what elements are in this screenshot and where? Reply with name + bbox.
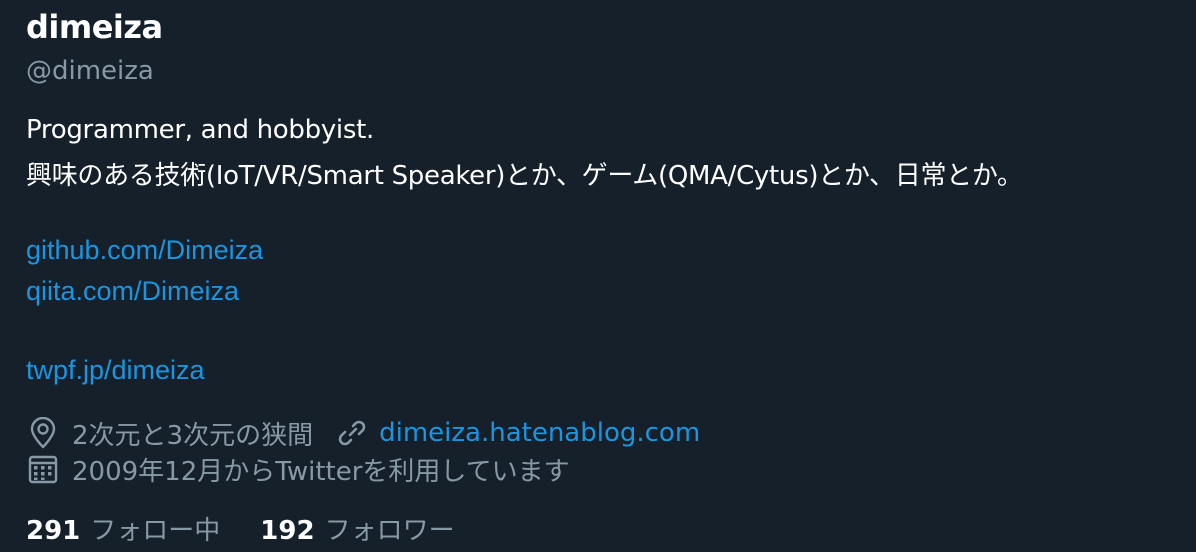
bio-line: Programmer, and hobbyist.	[26, 115, 374, 145]
link-icon	[335, 416, 369, 450]
bio-line: 興味のある技術(IoT/VR/Smart Speaker)とか、ゲーム(QMA/…	[26, 161, 1023, 191]
user-handle: @dimeiza	[26, 56, 154, 86]
profile-meta-row: 2009年12月からTwitterを利用しています	[26, 452, 570, 487]
follow-stats: 291 フォロー中 192 フォロワー	[26, 510, 455, 547]
calendar-icon	[26, 452, 60, 486]
location-text: 2次元と3次元の狭間	[72, 420, 314, 451]
joined-date-text: 2009年12月からTwitterを利用しています	[72, 456, 570, 487]
website-link[interactable]: dimeiza.hatenablog.com	[379, 418, 700, 448]
location-pin-icon	[26, 416, 60, 450]
following-stat[interactable]: 291 フォロー中	[26, 510, 220, 547]
followers-stat[interactable]: 192 フォロワー	[260, 510, 454, 547]
followers-label: フォロワー	[324, 516, 455, 546]
bio-link-twpf[interactable]: twpf.jp/dimeiza	[26, 355, 205, 386]
display-name: dimeiza	[26, 8, 163, 46]
bio-link-github[interactable]: github.com/Dimeiza	[26, 235, 263, 266]
following-count: 291	[26, 516, 81, 546]
followers-count: 192	[260, 516, 315, 546]
profile-meta-row: 2次元と3次元の狭間 dimeiza.hatenablog.com	[26, 416, 700, 451]
bio-link-qiita[interactable]: qiita.com/Dimeiza	[26, 276, 239, 307]
following-label: フォロー中	[90, 516, 221, 546]
